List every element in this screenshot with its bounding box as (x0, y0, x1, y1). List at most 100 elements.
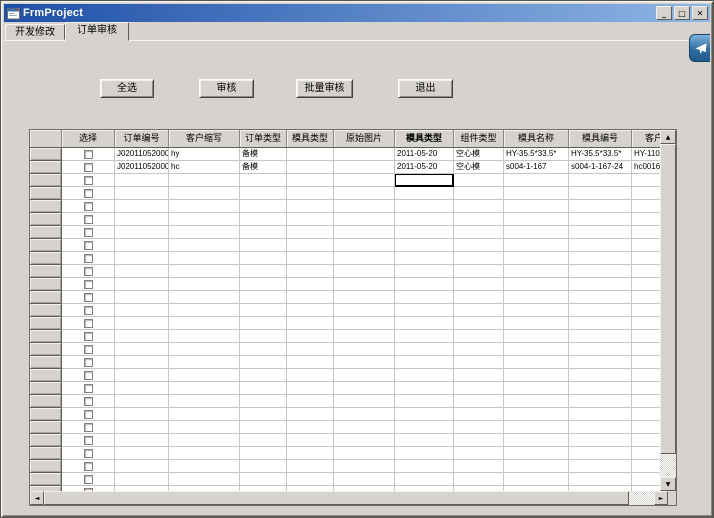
grid-cell[interactable] (395, 473, 454, 486)
grid-cell[interactable] (454, 408, 504, 421)
grid-cell[interactable] (115, 434, 169, 447)
grid-cell[interactable] (334, 460, 395, 473)
row-select-checkbox[interactable] (84, 371, 93, 380)
column-header[interactable]: 订单编号 (115, 130, 169, 148)
grid-cell[interactable]: HY-35.5*33.5* (569, 148, 632, 161)
row-header-cell[interactable] (30, 291, 62, 304)
grid-cell[interactable] (115, 330, 169, 343)
row-select-checkbox[interactable] (84, 267, 93, 276)
grid-cell[interactable] (395, 447, 454, 460)
row-select-checkbox[interactable] (84, 280, 93, 289)
grid-cell[interactable] (454, 200, 504, 213)
row-header-cell[interactable] (30, 200, 62, 213)
grid-cell[interactable] (632, 369, 660, 382)
row-select-checkbox[interactable] (84, 254, 93, 263)
grid-cell[interactable] (62, 278, 115, 291)
scroll-left-button[interactable]: ◄ (30, 491, 44, 505)
grid-cell[interactable] (334, 252, 395, 265)
grid-cell[interactable] (169, 356, 240, 369)
row-header-cell[interactable] (30, 252, 62, 265)
grid-cell[interactable] (115, 200, 169, 213)
grid-cell[interactable] (334, 148, 395, 161)
row-select-checkbox[interactable] (84, 163, 93, 172)
grid-cell[interactable] (240, 252, 287, 265)
grid-cell[interactable] (504, 382, 569, 395)
grid-cell[interactable]: 空心模 (454, 148, 504, 161)
row-header-cell[interactable] (30, 434, 62, 447)
grid-cell[interactable] (454, 239, 504, 252)
grid-cell[interactable] (169, 291, 240, 304)
grid-cell[interactable] (169, 200, 240, 213)
row-header-cell[interactable] (30, 447, 62, 460)
grid-cell[interactable] (395, 369, 454, 382)
grid-cell[interactable] (115, 395, 169, 408)
row-header-cell[interactable] (30, 213, 62, 226)
vertical-scroll-thumb[interactable] (660, 144, 676, 454)
grid-cell[interactable]: J020110520001 (115, 148, 169, 161)
grid-cell[interactable] (632, 291, 660, 304)
grid-cell[interactable] (504, 291, 569, 304)
grid-cell[interactable]: 2011-05-20 (395, 161, 454, 174)
row-header-cell[interactable] (30, 187, 62, 200)
grid-cell[interactable] (454, 473, 504, 486)
grid-cell[interactable] (287, 460, 334, 473)
grid-cell[interactable] (632, 226, 660, 239)
grid-cell[interactable] (395, 343, 454, 356)
grid-cell[interactable] (569, 174, 632, 187)
grid-cell[interactable] (169, 174, 240, 187)
grid-cell[interactable] (240, 421, 287, 434)
grid-cell[interactable] (454, 369, 504, 382)
grid-cell[interactable] (395, 421, 454, 434)
grid-cell[interactable] (62, 382, 115, 395)
grid-cell[interactable] (334, 369, 395, 382)
grid-cell[interactable] (334, 317, 395, 330)
grid-cell[interactable] (569, 200, 632, 213)
flyout-handle-button[interactable] (689, 34, 710, 62)
grid-cell[interactable] (169, 408, 240, 421)
grid-cell[interactable] (240, 278, 287, 291)
column-header[interactable]: 客户编号 (632, 130, 660, 148)
minimize-button[interactable]: _ (656, 6, 672, 20)
grid-cell[interactable] (334, 408, 395, 421)
horizontal-scroll-thumb[interactable] (44, 491, 629, 505)
grid-cell[interactable] (504, 395, 569, 408)
row-header-cell[interactable] (30, 226, 62, 239)
grid-cell[interactable] (395, 330, 454, 343)
grid-cell[interactable] (632, 278, 660, 291)
row-select-checkbox[interactable] (84, 410, 93, 419)
grid-cell[interactable] (334, 447, 395, 460)
grid-cell[interactable] (169, 395, 240, 408)
grid-cell[interactable] (569, 330, 632, 343)
row-select-checkbox[interactable] (84, 306, 93, 315)
grid-cell[interactable] (395, 252, 454, 265)
grid-cell[interactable] (504, 408, 569, 421)
grid-cell[interactable] (504, 447, 569, 460)
grid-cell[interactable] (632, 421, 660, 434)
grid-cell[interactable] (334, 421, 395, 434)
grid-cell[interactable] (569, 356, 632, 369)
column-header[interactable]: 模具编号 (569, 130, 632, 148)
grid-cell[interactable] (240, 382, 287, 395)
grid-cell[interactable] (169, 239, 240, 252)
grid-cell[interactable] (395, 291, 454, 304)
grid-cell[interactable] (169, 473, 240, 486)
grid-cell[interactable] (632, 252, 660, 265)
grid-cell[interactable] (62, 187, 115, 200)
tab-order-audit[interactable]: 订单审核 (65, 22, 129, 41)
grid-cell[interactable] (169, 252, 240, 265)
grid-cell[interactable] (569, 278, 632, 291)
grid-cell[interactable] (395, 395, 454, 408)
grid-cell[interactable] (62, 395, 115, 408)
grid-cell[interactable] (287, 473, 334, 486)
grid-cell[interactable] (454, 447, 504, 460)
grid-cell[interactable] (569, 304, 632, 317)
grid-cell[interactable] (115, 421, 169, 434)
grid-cell[interactable] (287, 174, 334, 187)
grid-cell[interactable] (169, 278, 240, 291)
grid-cell[interactable] (395, 408, 454, 421)
row-select-checkbox[interactable] (84, 462, 93, 471)
grid-cell[interactable] (504, 304, 569, 317)
grid-cell[interactable] (569, 265, 632, 278)
grid-cell[interactable]: 备模 (240, 148, 287, 161)
grid-cell[interactable] (240, 265, 287, 278)
